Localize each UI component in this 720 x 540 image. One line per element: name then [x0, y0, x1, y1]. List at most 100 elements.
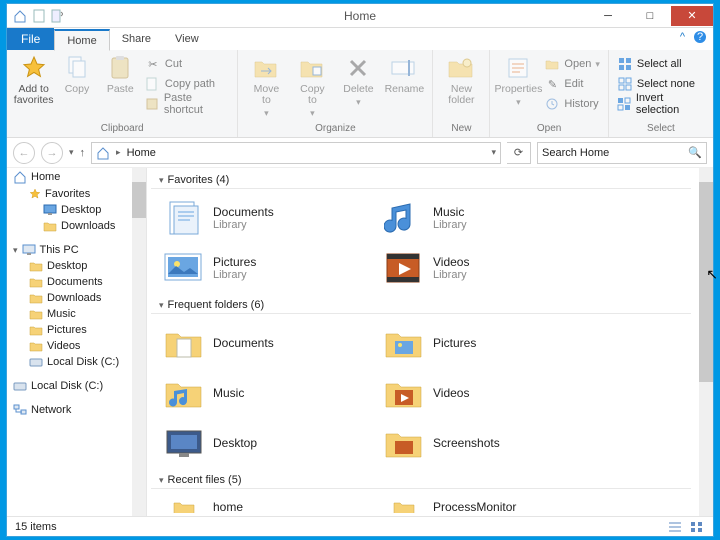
add-to-favorites-button[interactable]: Add to favorites: [13, 52, 54, 106]
nav-tree[interactable]: Home Favorites Desktop Downloads ▾This P…: [7, 168, 147, 516]
content-scrollbar[interactable]: [699, 168, 713, 516]
properties-button[interactable]: Properties▾: [496, 52, 540, 108]
paste-shortcut-button[interactable]: Paste shortcut: [143, 94, 232, 114]
new-folder-button[interactable]: New folder: [439, 52, 483, 106]
folder-desktop[interactable]: Desktop: [161, 418, 381, 468]
cut-button[interactable]: ✂Cut: [143, 54, 232, 74]
tree-desktop[interactable]: Desktop: [7, 258, 146, 274]
tree-localdisk[interactable]: Local Disk (C:): [7, 354, 146, 370]
lib-documents[interactable]: DocumentsLibrary: [161, 193, 381, 243]
tree-network[interactable]: Network: [7, 402, 146, 418]
status-bar: 15 items: [7, 516, 713, 536]
file-home[interactable]: home: [161, 493, 381, 513]
tab-home[interactable]: Home: [54, 29, 109, 51]
select-none-button[interactable]: Select none: [615, 74, 707, 94]
refresh-button[interactable]: ⟳: [507, 142, 531, 164]
group-clipboard: Add to favorites Copy Paste ✂Cut Copy pa…: [7, 50, 238, 137]
chevron-down-icon: ▾: [310, 108, 315, 119]
copy-path-button[interactable]: Copy path: [143, 74, 232, 94]
breadcrumb-location[interactable]: Home: [127, 147, 156, 159]
home-icon: [96, 146, 110, 160]
tree-favorites[interactable]: Favorites: [7, 186, 146, 202]
lib-pictures[interactable]: PicturesLibrary: [161, 243, 381, 293]
section-recent-header[interactable]: ▾Recent files (5): [151, 468, 691, 489]
rename-button[interactable]: Rename: [382, 52, 426, 95]
invert-selection-button[interactable]: Invert selection: [615, 94, 707, 114]
scissors-icon: ✂: [145, 56, 161, 72]
pictures-library-icon: [163, 247, 205, 289]
folder-pictures[interactable]: Pictures: [381, 318, 601, 368]
details-view-button[interactable]: [667, 520, 683, 534]
move-to-button[interactable]: Move to▾: [244, 52, 288, 119]
help-icon[interactable]: ?: [693, 30, 707, 44]
up-button[interactable]: ↑: [80, 147, 86, 159]
open-icon: [544, 56, 560, 72]
tree-scroll-thumb[interactable]: [132, 182, 146, 218]
tab-view[interactable]: View: [163, 28, 211, 50]
properties-icon: [504, 54, 532, 82]
documents-library-icon: [163, 197, 205, 239]
folder-music[interactable]: Music: [161, 368, 381, 418]
chevron-right-icon: ▸: [116, 147, 121, 158]
folder-screenshots[interactable]: Screenshots: [381, 418, 601, 468]
open-button[interactable]: Open ▾: [542, 54, 601, 74]
chevron-down-icon: ▾: [595, 59, 600, 70]
copy-icon: [63, 54, 91, 82]
folder-documents[interactable]: Documents: [161, 318, 381, 368]
qat-newfile-icon[interactable]: [33, 9, 45, 23]
tree-scrollbar[interactable]: [132, 168, 146, 516]
search-placeholder: Search Home: [542, 147, 609, 159]
tree-downloads[interactable]: Downloads: [7, 290, 146, 306]
tree-home[interactable]: Home: [7, 168, 146, 186]
section-frequent-header[interactable]: ▾Frequent folders (6): [151, 293, 691, 314]
search-input[interactable]: Search Home 🔍: [537, 142, 707, 164]
tree-videos[interactable]: Videos: [7, 338, 146, 354]
tree-fav-downloads[interactable]: Downloads: [7, 218, 146, 234]
icons-view-button[interactable]: [689, 520, 705, 534]
delete-button[interactable]: Delete▾: [336, 52, 380, 108]
qat-dropdown-icon[interactable]: [51, 9, 63, 23]
content-pane[interactable]: ▾Favorites (4) DocumentsLibrary MusicLib…: [147, 168, 713, 516]
folder-videos-icon: [383, 372, 425, 414]
history-button[interactable]: History: [542, 94, 601, 114]
shortcut-icon: [145, 96, 160, 112]
file-processmonitor[interactable]: ProcessMonitor: [381, 493, 601, 513]
paste-button[interactable]: Paste: [100, 52, 141, 95]
select-none-icon: [617, 76, 633, 92]
invert-icon: [617, 96, 632, 112]
tree-localdisk2[interactable]: Local Disk (C:): [7, 378, 146, 394]
copypath-icon: [145, 76, 161, 92]
lib-videos[interactable]: VideosLibrary: [381, 243, 601, 293]
tree-music[interactable]: Music: [7, 306, 146, 322]
explorer-body: Home Favorites Desktop Downloads ▾This P…: [7, 168, 713, 516]
chevron-down-icon[interactable]: ▾: [491, 147, 496, 158]
rename-icon: [390, 54, 418, 82]
chevron-down-icon: ▾: [356, 97, 361, 108]
lib-music[interactable]: MusicLibrary: [381, 193, 601, 243]
copy-button[interactable]: Copy: [56, 52, 97, 95]
ribbon-tabs: File Home Share View ^ ?: [7, 28, 713, 50]
tree-pictures[interactable]: Pictures: [7, 322, 146, 338]
edit-button[interactable]: ✎Edit: [542, 74, 601, 94]
back-button[interactable]: ←: [13, 142, 35, 164]
section-favorites-header[interactable]: ▾Favorites (4): [151, 168, 691, 189]
select-all-button[interactable]: Select all: [615, 54, 707, 74]
qat-home-icon[interactable]: [13, 9, 27, 23]
maximize-button[interactable]: □: [629, 6, 671, 26]
copy-to-button[interactable]: Copy to▾: [290, 52, 334, 119]
content-scroll-thumb[interactable]: [699, 182, 713, 382]
address-bar[interactable]: ▸ Home ▾: [91, 142, 501, 164]
tree-fav-desktop[interactable]: Desktop: [7, 202, 146, 218]
folder-videos[interactable]: Videos: [381, 368, 601, 418]
tab-share[interactable]: Share: [110, 28, 163, 50]
history-dropdown-icon[interactable]: ▾: [69, 147, 74, 158]
ribbon-collapse-icon[interactable]: ^: [680, 31, 685, 43]
tree-thispc[interactable]: ▾This PC: [7, 242, 146, 258]
collapse-icon: ▾: [159, 475, 164, 486]
minimize-button[interactable]: ─: [587, 6, 629, 26]
tab-file[interactable]: File: [7, 28, 54, 50]
chevron-down-icon: ▾: [516, 97, 521, 108]
forward-button[interactable]: →: [41, 142, 63, 164]
close-button[interactable]: ✕: [671, 6, 713, 26]
tree-documents[interactable]: Documents: [7, 274, 146, 290]
